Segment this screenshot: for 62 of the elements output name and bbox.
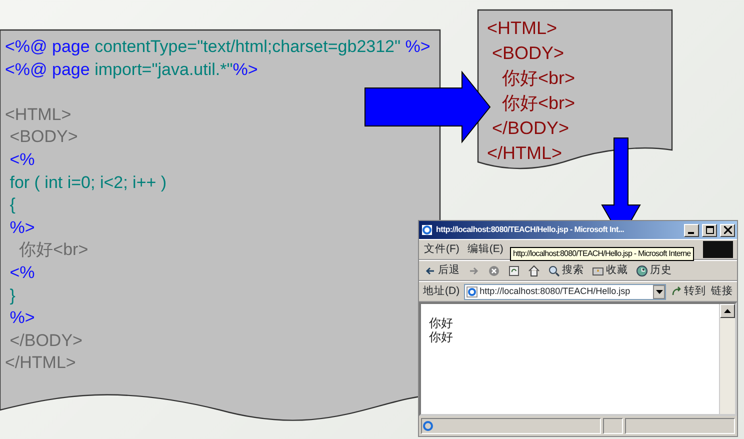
code-line: <%@ page contentType="text/html;charset=gb2312" %>: [5, 36, 430, 58]
html-line: 你好<br>: [501, 92, 576, 115]
code-line: {: [8, 194, 16, 216]
html-line: 你好<br>: [501, 67, 576, 90]
code-line: }: [8, 284, 16, 307]
maximize-button[interactable]: [702, 224, 717, 236]
code-line: for ( int i=0; i<2; i++ ): [8, 172, 167, 194]
home-icon: [528, 264, 540, 276]
code-line: </HTML>: [5, 352, 76, 374]
folder-icon: [592, 264, 604, 276]
favorites-button[interactable]: 收藏: [591, 262, 629, 278]
url-text: http://localhost:8080/TEACH/Hello.jsp: [480, 284, 630, 298]
address-label: 地址(D): [423, 284, 460, 299]
search-button[interactable]: 搜索: [547, 262, 585, 278]
refresh-button[interactable]: [507, 264, 521, 276]
stop-button[interactable]: [487, 264, 501, 276]
throbber-logo: [703, 241, 733, 258]
arrow-icon: [671, 286, 682, 297]
code-line: <%@ page import="java.util.*"%>: [5, 58, 258, 81]
code-line: <%: [8, 148, 35, 171]
stop-icon: [488, 264, 500, 276]
close-button[interactable]: [720, 224, 735, 236]
tooltip: http://localhost:8080/TEACH/Hello.jsp - Microsoft Interne: [510, 247, 694, 261]
search-icon: [548, 264, 560, 276]
html-line: <HTML>: [487, 17, 558, 40]
html-line: </BODY>: [491, 117, 570, 140]
code-line: <HTML>: [5, 104, 72, 126]
caret-icon: [656, 290, 662, 294]
minimize-button[interactable]: [684, 224, 699, 236]
code-line: %>: [8, 307, 35, 330]
html-line: <BODY>: [491, 42, 564, 65]
page-icon: [466, 286, 478, 298]
scroll-up-button[interactable]: [720, 304, 735, 318]
address-field[interactable]: http://localhost:8080/TEACH/Hello.jsp: [464, 284, 666, 300]
back-arrow-icon: [424, 264, 436, 276]
go-button[interactable]: 转到: [670, 284, 707, 300]
menu-item[interactable]: 编辑(E): [466, 242, 504, 258]
code-line: %>: [8, 216, 35, 239]
page-icon: [422, 420, 434, 432]
close-icon: [724, 226, 732, 234]
home-button[interactable]: [527, 264, 541, 276]
code-line: <BODY>: [8, 126, 78, 148]
links-button[interactable]: 链接: [711, 284, 733, 300]
status-panel: [603, 418, 623, 434]
menu-item[interactable]: 文件(F): [423, 242, 460, 258]
scrollbar[interactable]: [719, 304, 735, 414]
history-button[interactable]: 历史: [635, 262, 673, 278]
page-icon: [421, 224, 433, 236]
code-line: </BODY>: [8, 330, 82, 352]
html-line: </HTML>: [487, 142, 562, 165]
code-line: <%: [8, 262, 35, 284]
back-button[interactable]: 后退: [423, 262, 461, 278]
dropdown-button[interactable]: [653, 284, 665, 298]
maximize-icon: [706, 226, 714, 234]
window-title: http://localhost:8080/TEACH/Hello.jsp - Microsoft Int...: [436, 224, 626, 236]
clock-icon: [636, 264, 648, 276]
code-line: 你好<br>: [18, 239, 88, 262]
page-text: 你好: [429, 330, 454, 344]
forward-arrow-icon: [468, 264, 480, 276]
page-text: 你好: [429, 316, 454, 330]
refresh-icon: [508, 264, 520, 276]
caret-icon: [724, 309, 731, 313]
